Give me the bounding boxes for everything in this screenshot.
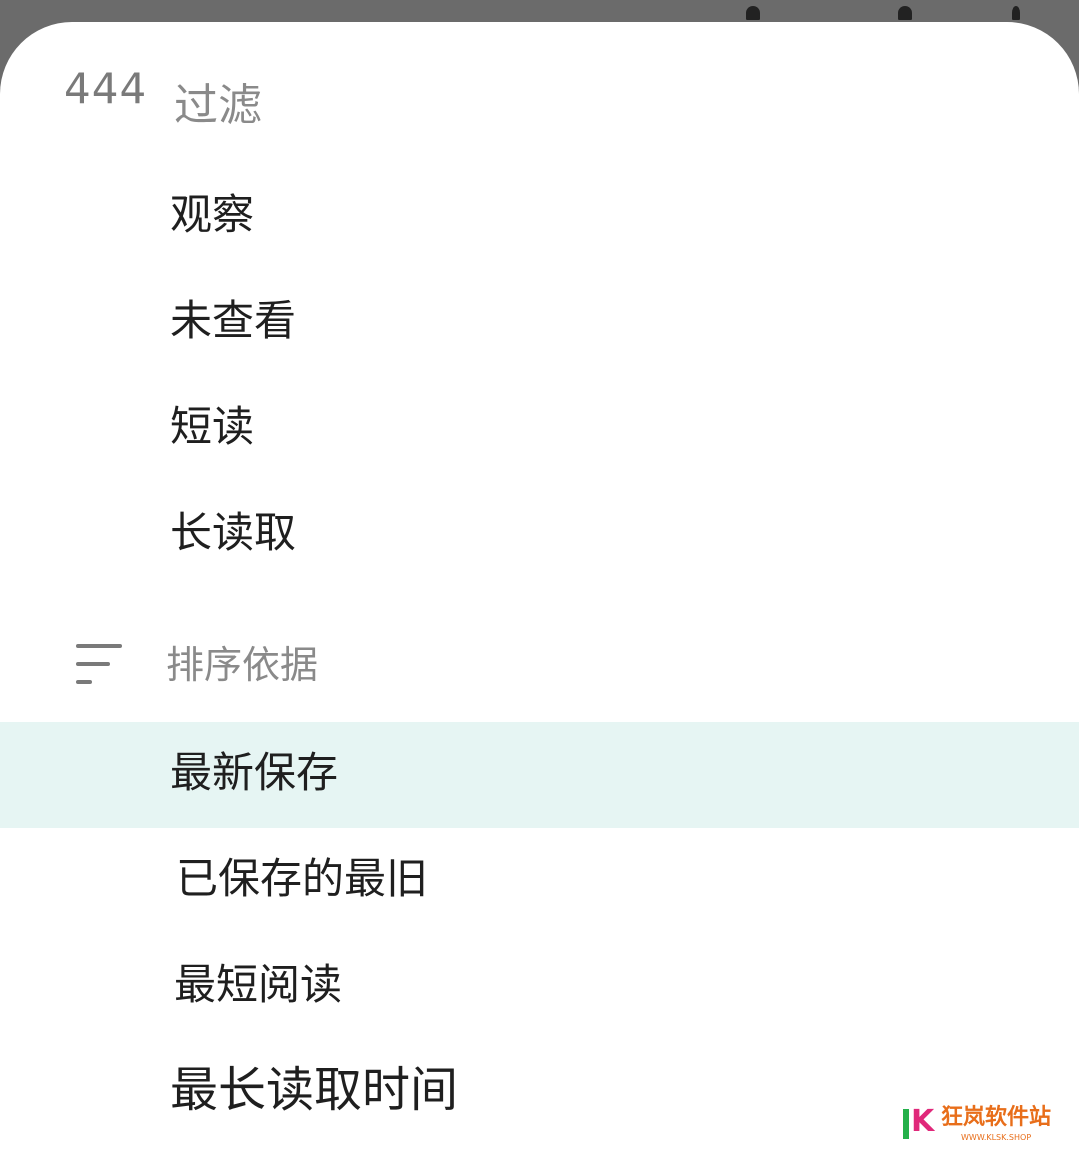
watermark-name: 狂岚软件站 [941,1105,1052,1130]
sort-item-label: 最长读取时间 [170,1062,459,1118]
sort-item-newest-saved[interactable]: 最新保存 [0,722,1079,828]
sort-item-label: 最新保存 [170,748,339,797]
sort-item-label: 最短阅读 [174,960,343,1009]
sort-title: 排序依据 [166,643,319,687]
watermark-bar [903,1109,909,1139]
site-watermark-logo: K 狂岚软件站 WWW.KLSK.SHOP [895,1105,1065,1145]
filter-item-unviewed[interactable]: 未查看 [0,270,1079,376]
sort-item-label: 已保存的最旧 [176,854,429,903]
status-icon [898,6,912,20]
watermark-k: K [911,1104,935,1139]
filter-item-label: 短读 [170,402,255,451]
sort-item-oldest-saved[interactable]: 已保存的最旧 [0,828,1079,934]
filter-item-short-read[interactable]: 短读 [0,376,1079,482]
sort-icon [64,642,124,692]
filter-item-label: 长读取 [170,508,297,557]
filter-item-label: 观察 [170,190,255,239]
status-icon [746,6,760,20]
filter-item-watch[interactable]: 观察 [0,164,1079,270]
status-icon [1012,6,1020,20]
filter-sort-bottom-sheet: 444 过滤 观察 未查看 短读 长读取 排序依据 最新保存 已保存的最旧 最短… [0,22,1079,1153]
sort-item-shortest-read[interactable]: 最短阅读 [0,934,1079,1040]
watermark-sub: WWW.KLSK.SHOP [961,1133,1032,1142]
filter-item-label: 未查看 [170,296,297,345]
filter-item-long-read[interactable]: 长读取 [0,482,1079,588]
sort-header: 排序依据 [0,22,1079,684]
